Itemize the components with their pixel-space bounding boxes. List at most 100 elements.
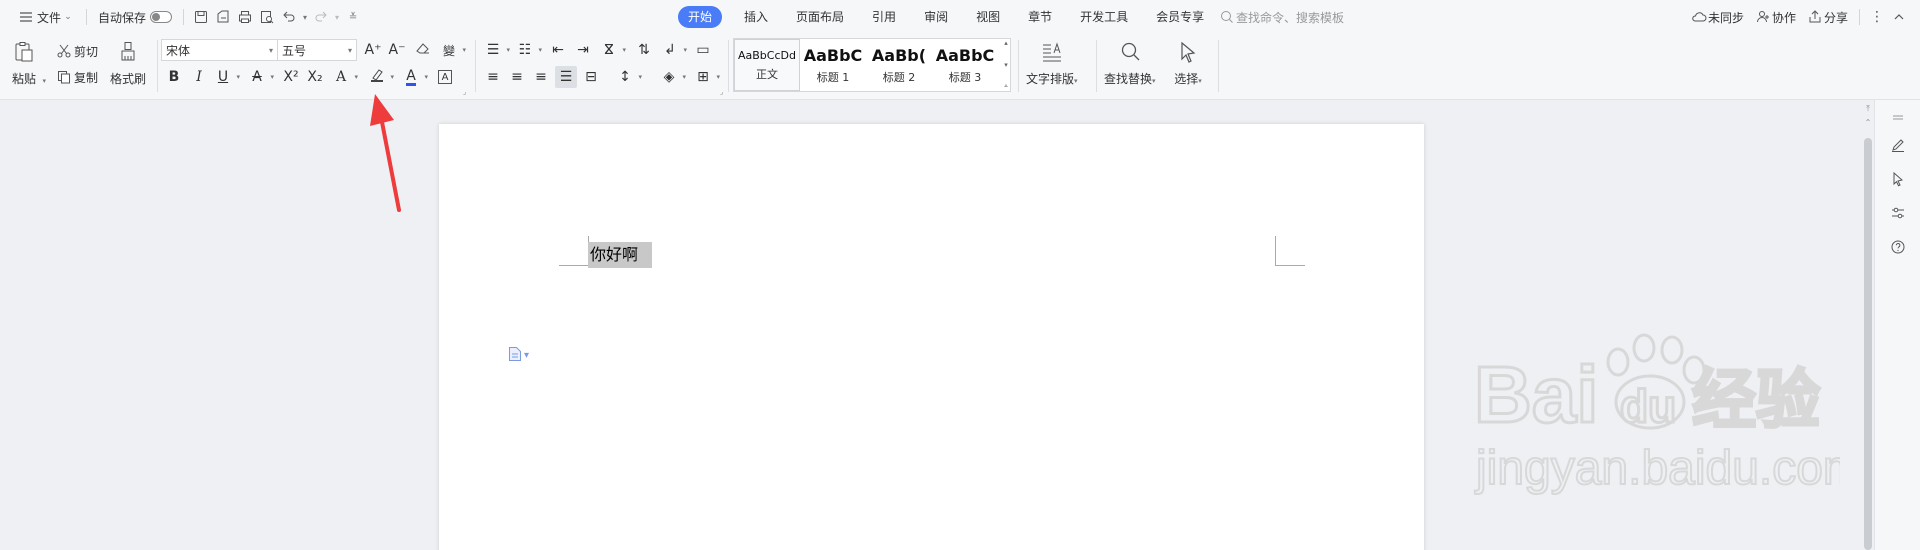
tab-insert[interactable]: 插入 (730, 6, 782, 28)
print-preview-icon[interactable] (256, 6, 278, 28)
expand-icon[interactable]: ⩡ (1004, 82, 1008, 91)
export-icon[interactable] (212, 6, 234, 28)
watermark-brand: Bai (1474, 350, 1599, 439)
tab-references[interactable]: 引用 (858, 6, 910, 28)
align-right-button[interactable]: ≡ (530, 66, 552, 88)
collaborate-button[interactable]: 协作 (1749, 5, 1801, 29)
menu-lines-icon[interactable] (1887, 106, 1909, 128)
chevron-down-icon[interactable]: ▾ (300, 6, 310, 28)
chevron-down-icon: ▾ (354, 73, 358, 81)
tab-member[interactable]: 会员专享 (1142, 6, 1218, 28)
style-heading-3[interactable]: AaBbC 标题 3 (932, 39, 998, 91)
shrink-font-button[interactable]: A⁻ (386, 39, 408, 61)
clear-format-button[interactable] (412, 39, 434, 61)
paragraph-options-button[interactable]: ▾ (508, 346, 529, 365)
paste-icon (10, 38, 38, 66)
style-normal[interactable]: AaBbCcDd 正文 (734, 39, 800, 91)
character-border-button[interactable]: A (434, 66, 456, 88)
align-left-button[interactable]: ≡ (482, 66, 504, 88)
chevron-down-icon[interactable]: ▾ (1004, 61, 1008, 69)
paste-button[interactable]: 粘贴 ▾ (10, 38, 46, 87)
command-search[interactable]: 查找命令、搜索模板 (1218, 6, 1344, 28)
scrollbar-thumb[interactable] (1864, 138, 1872, 550)
document-page[interactable]: 你好啊 (439, 124, 1424, 550)
chevron-up-icon[interactable]: ▴ (1004, 39, 1008, 47)
tab-section[interactable]: 章节 (1014, 6, 1066, 28)
toggle-switch[interactable] (150, 11, 173, 23)
style-sample: AaBb( (871, 45, 927, 65)
save-icon[interactable] (190, 6, 212, 28)
cut-button[interactable]: 剪切 (54, 40, 98, 62)
help-icon[interactable] (1887, 236, 1909, 258)
paragraph-mark-button[interactable]: ↲ ▾ (659, 39, 687, 61)
tab-review[interactable]: 审阅 (910, 6, 962, 28)
select-cursor-icon[interactable] (1887, 168, 1909, 190)
justify-button[interactable]: ☰ (555, 66, 577, 88)
numbering-button[interactable]: ☷ ▾ (514, 39, 542, 61)
select-button[interactable]: 选择▾ (1174, 38, 1202, 87)
bold-button[interactable]: B (163, 66, 185, 88)
tab-view[interactable]: 视图 (962, 6, 1014, 28)
right-actions: 未同步 协作 分享 ⋮ (1685, 5, 1910, 29)
font-name-value: 宋体 (166, 43, 191, 58)
edit-pen-icon[interactable] (1887, 134, 1909, 156)
underline-button[interactable]: U ▾ (212, 66, 240, 88)
text-layout-button[interactable]: 文字排版▾ (1026, 38, 1078, 87)
highlight-button[interactable]: ▾ (366, 66, 394, 88)
cursor-icon (1174, 38, 1202, 66)
title-bar: 文件 ⌄ 自动保存 ▾ ▾ ≚ 开始 插入 页面布局 引用 审阅 视图 章节 开… (0, 0, 1920, 34)
selected-text[interactable]: 你好啊 (588, 242, 653, 268)
customize-toolbar-icon[interactable]: ≚ (342, 6, 364, 28)
print-icon[interactable] (234, 6, 256, 28)
font-name-select[interactable]: 宋体 ▾ (161, 39, 278, 61)
shading-button[interactable]: ◈ ▾ (658, 66, 686, 88)
italic-button[interactable]: I (188, 66, 210, 88)
scroll-top-icon[interactable]: ⤒ (1863, 104, 1873, 116)
chevron-down-icon[interactable]: ▾ (332, 6, 342, 28)
redo-icon[interactable] (310, 6, 332, 28)
collapse-ribbon-icon[interactable] (1888, 6, 1910, 28)
more-icon[interactable]: ⋮ (1866, 6, 1888, 28)
style-heading-1[interactable]: AaBbC 标题 1 (800, 39, 866, 91)
grow-font-button[interactable]: A⁺ (362, 39, 384, 61)
style-heading-2[interactable]: AaBb( 标题 2 (866, 39, 932, 91)
format-painter-button[interactable]: 格式刷 (110, 38, 146, 87)
tab-developer[interactable]: 开发工具 (1066, 6, 1142, 28)
distributed-button[interactable]: ⊟ (580, 66, 602, 88)
phonetic-guide-button[interactable]: 變 ▾ (438, 39, 466, 61)
vertical-scrollbar[interactable]: ⤒ ⌃ (1862, 100, 1874, 550)
superscript-button[interactable]: X² (280, 66, 302, 88)
copy-button[interactable]: 复制 (54, 66, 98, 88)
font-color-button[interactable]: A ▾ (400, 66, 428, 88)
italic-icon: I (196, 69, 202, 85)
text-effect-button[interactable]: A ▾ (330, 66, 358, 88)
tab-page-layout[interactable]: 页面布局 (782, 6, 858, 28)
character-border-icon: A (438, 70, 452, 84)
tab-home[interactable]: 开始 (678, 6, 723, 28)
decrease-indent-button[interactable]: ⇤ (547, 39, 569, 61)
search-placeholder: 查找命令、搜索模板 (1236, 10, 1345, 25)
paragraph-dialog-launcher-icon[interactable]: ⌟ (720, 88, 723, 96)
strikethrough-button[interactable]: A ▾ (246, 66, 274, 88)
chevron-up-icon[interactable]: ⌃ (1863, 118, 1873, 130)
bullets-button[interactable]: ☰ ▾ (482, 39, 510, 61)
undo-icon[interactable] (278, 6, 300, 28)
settings-sliders-icon[interactable] (1887, 202, 1909, 224)
share-button[interactable]: 分享 (1801, 5, 1853, 29)
borders-button[interactable]: ⊞ ▾ (692, 66, 720, 88)
shrink-font-icon: A⁻ (388, 42, 406, 58)
chinese-layout-button[interactable]: ⴵ ▾ (598, 39, 626, 61)
sync-status-button[interactable]: 未同步 (1685, 5, 1749, 29)
styles-scroll[interactable]: ▴ ▾ ⩡ (1001, 39, 1011, 91)
font-dialog-launcher-icon[interactable]: ⌟ (463, 88, 466, 96)
sort-button[interactable]: ⇅ (633, 39, 655, 61)
find-replace-button[interactable]: 查找替换▾ (1104, 38, 1156, 87)
subscript-button[interactable]: X₂ (304, 66, 326, 88)
line-spacing-button[interactable]: ↕ ▾ (614, 66, 642, 88)
font-size-select[interactable]: 五号 ▾ (277, 39, 357, 61)
autosave-toggle[interactable]: 自动保存 (93, 5, 177, 29)
increase-indent-button[interactable]: ⇥ (572, 39, 594, 61)
align-center-button[interactable]: ≡ (506, 66, 528, 88)
file-menu[interactable]: 文件 ⌄ (10, 5, 80, 29)
table-tools-button[interactable]: ▭ (692, 39, 714, 61)
